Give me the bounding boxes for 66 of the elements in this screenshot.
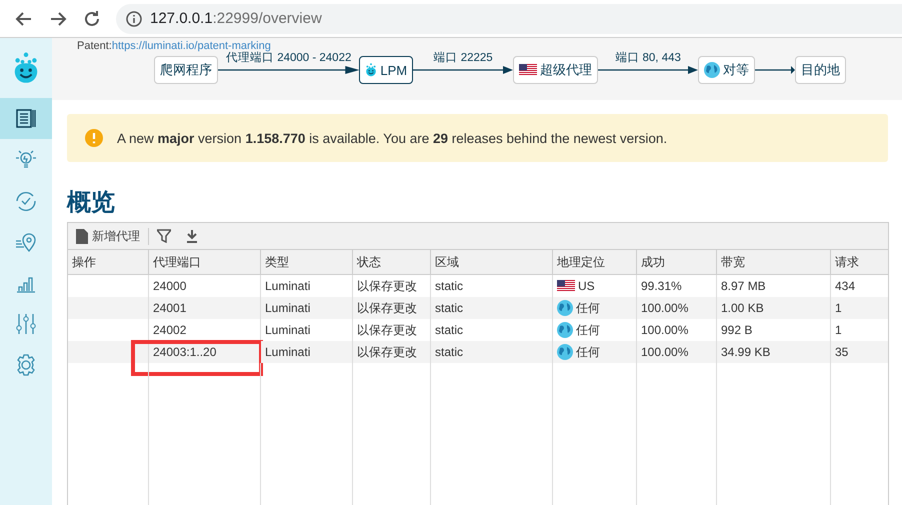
column-header[interactable]: 代理端口	[149, 250, 261, 275]
bar-chart-icon	[16, 276, 36, 292]
table-cell: 任何	[576, 300, 600, 316]
location-pin-icon	[15, 232, 36, 252]
connector-label: 代理端口 24000 - 24022	[225, 52, 352, 65]
column-header[interactable]: 带宽	[717, 250, 831, 275]
flag-icon	[557, 280, 575, 292]
mascot-icon	[365, 63, 378, 77]
table-cell-text: 434	[834, 278, 856, 295]
table-cell: 100.00%	[637, 341, 717, 363]
column-header[interactable]: 区域	[431, 250, 553, 275]
filter-icon[interactable]	[157, 229, 171, 243]
column-header[interactable]: 请求	[831, 250, 888, 275]
globe-icon	[557, 344, 573, 360]
table-cell: 任何	[576, 344, 600, 360]
table-cell: Luminati	[261, 297, 353, 319]
table-cell: static	[431, 341, 553, 363]
globe-icon	[557, 300, 573, 316]
flow-node: 目的地	[795, 56, 846, 84]
sliders-icon	[16, 312, 36, 334]
connector-arrow	[755, 65, 796, 75]
globe-icon	[557, 322, 573, 338]
table-cell: static	[431, 297, 553, 319]
table-cell: 1.00 KB	[717, 297, 831, 319]
patent-link[interactable]: https://luminati.io/patent-marking	[112, 40, 271, 52]
table-cell: 1	[831, 297, 888, 319]
update-message: A new major version 1.158.770 is available. You are 29 releases behind the newest version.	[117, 130, 668, 146]
table-cell: Luminati	[261, 341, 353, 363]
connector-label: 端口 22225	[432, 51, 494, 65]
table-cell: 任何	[576, 322, 600, 338]
flow-node: 超级代理	[513, 56, 598, 84]
flow-node: 爬网程序	[154, 56, 218, 84]
info-icon[interactable]	[126, 10, 142, 26]
flow-node: LPM	[359, 56, 414, 84]
connector-label: 端口 80, 443	[614, 51, 682, 65]
column-header[interactable]: 地理定位	[553, 250, 637, 275]
table-cell: 35	[831, 341, 888, 363]
mascot-logo	[12, 52, 40, 84]
lightbulb-icon	[15, 150, 37, 168]
column-header[interactable]: 成功	[637, 250, 717, 275]
table-cell: 100.00%	[637, 297, 717, 319]
flag-icon	[519, 64, 538, 76]
table-cell-text: 1	[834, 322, 843, 339]
column-header[interactable]: 操作	[68, 250, 149, 275]
settings-icon	[17, 354, 35, 376]
table-cell: US	[578, 279, 595, 293]
table-cell: 以保存更改	[353, 297, 431, 319]
warning-icon	[85, 129, 103, 147]
flow-node: 对等	[698, 56, 756, 84]
globe-icon	[704, 62, 720, 78]
table-cell: 34.99 KB	[717, 341, 831, 363]
patent-label: Patent:	[77, 40, 112, 52]
refresh-check-icon	[16, 191, 36, 210]
document-icon	[76, 228, 88, 244]
column-header[interactable]: 类型	[261, 250, 353, 275]
download-icon[interactable]	[185, 229, 199, 243]
page-title: 概览	[67, 188, 116, 218]
table-cell: 24002	[149, 319, 261, 341]
sidebar-item[interactable]	[0, 98, 52, 139]
column-header[interactable]: 状态	[353, 250, 431, 275]
address-bar[interactable]: 127.0.0.1:22999/overview	[116, 4, 902, 34]
document-list-icon	[16, 108, 36, 128]
reload-icon[interactable]	[82, 8, 102, 28]
add-proxy-button[interactable]: 新增代理	[76, 228, 149, 244]
table-cell: 24001	[149, 297, 261, 319]
table-cell: 以保存更改	[353, 341, 431, 363]
